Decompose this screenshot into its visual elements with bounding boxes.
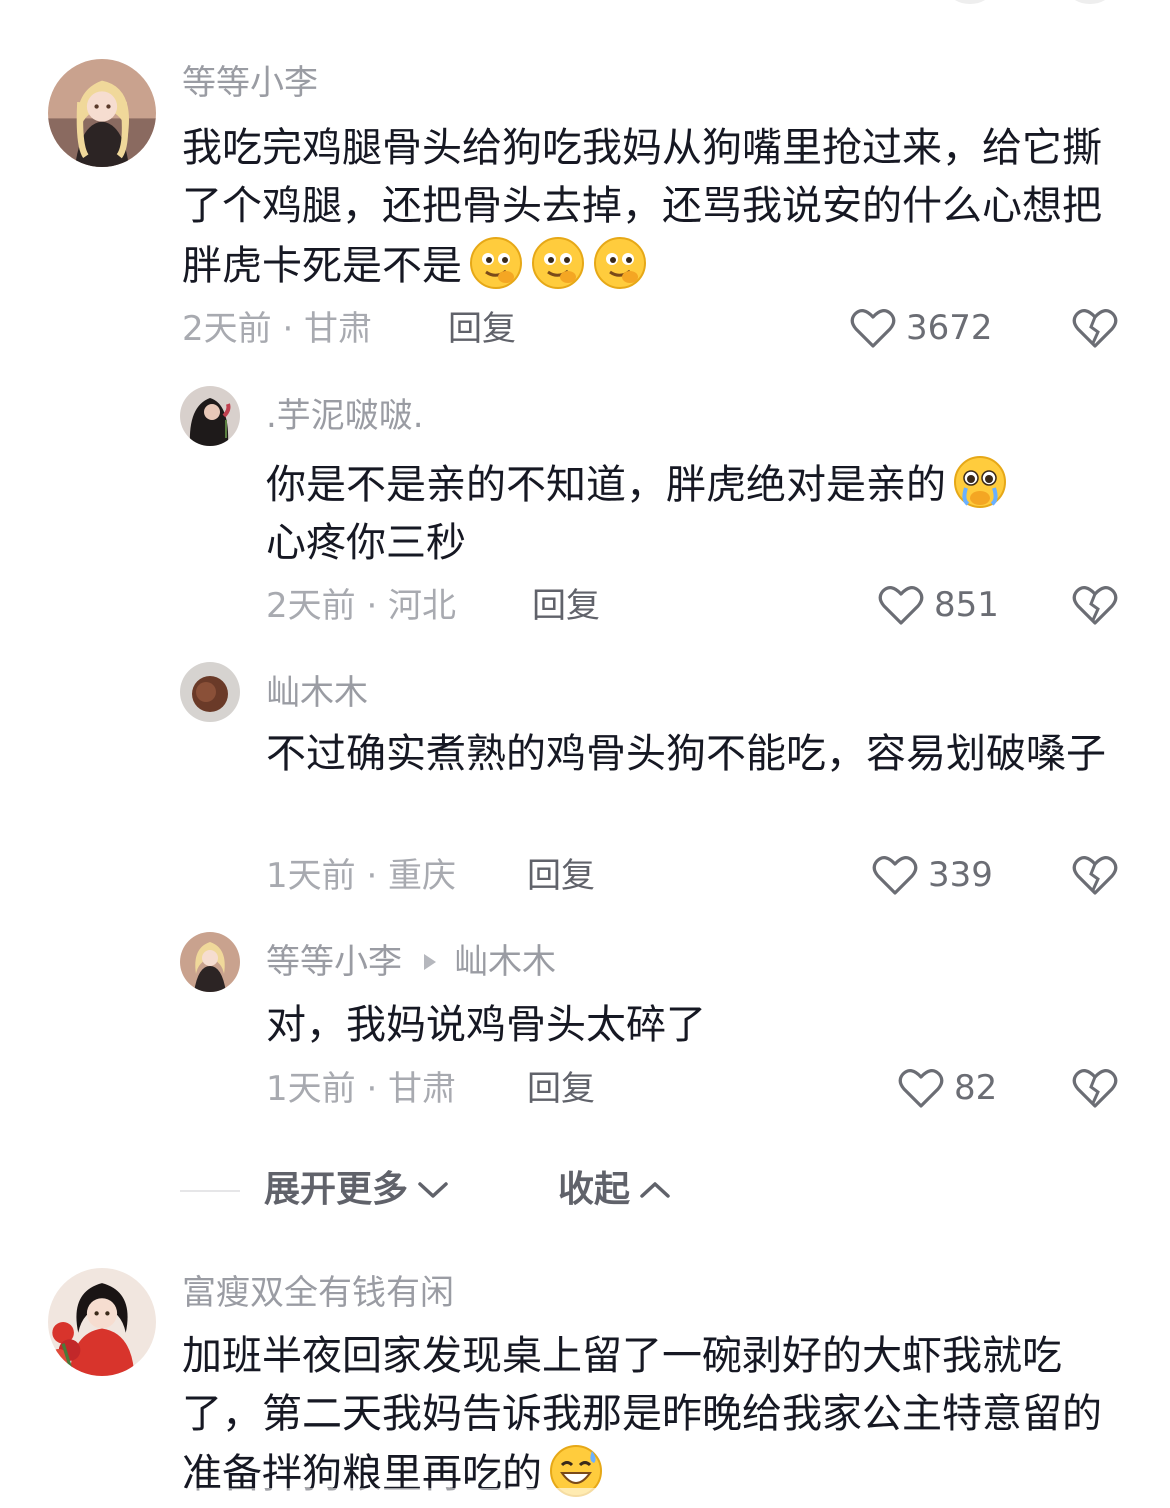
avatar[interactable] [48, 59, 156, 167]
heart-outline-icon [878, 586, 924, 625]
like-button[interactable]: 851 [878, 584, 999, 626]
comment-text: 我吃完鸡腿骨头给狗吃我妈从狗嘴里抢过来，给它撕了个鸡腿，还把骨头去掉，还骂我说安… [182, 119, 1102, 295]
broken-heart-icon[interactable] [1072, 1067, 1118, 1109]
expand-more-label: 展开更多 [264, 1169, 409, 1210]
reply-button[interactable]: 回复 [532, 589, 600, 623]
comment-username: 等等小李 屾木木 [266, 945, 556, 979]
reply-button[interactable]: 回复 [527, 859, 595, 893]
heart-outline-icon [872, 856, 918, 895]
comment-body: 加班半夜回家发现桌上留了一碗剥好的大虾我就吃了，第二天我妈告诉我那是昨晚给我家公… [182, 1333, 1102, 1497]
yum-face-icon [530, 235, 586, 291]
comment-meta: 2天前 · 河北 [266, 586, 457, 626]
reply-button[interactable]: 回复 [448, 312, 516, 346]
chevron-down-icon [418, 1182, 448, 1198]
reply-to-user[interactable]: 屾木木 [454, 942, 556, 982]
comment-text: 不过确实煮熟的鸡骨头狗不能吃，容易划破嗓子 [266, 731, 1106, 777]
like-count: 82 [954, 1068, 998, 1108]
comment-text: 你是不是亲的不知道，胖虎绝对是亲的 心疼你三秒 [266, 454, 1126, 572]
reply-button[interactable]: 回复 [527, 1072, 595, 1106]
like-count: 339 [928, 855, 993, 895]
broken-heart-icon[interactable] [1072, 854, 1118, 896]
top-indicator [1070, 0, 1110, 4]
comment-body-line2: 心疼你三秒 [266, 520, 466, 566]
expand-more-button[interactable]: 展开更多 [264, 1172, 450, 1208]
avatar[interactable] [180, 932, 240, 992]
comment-meta: 1天前 · 重庆 [266, 856, 457, 896]
like-count: 851 [934, 585, 999, 625]
comment-text: 对，我妈说鸡骨头太碎了 [266, 1002, 706, 1048]
like-count: 3672 [906, 308, 993, 348]
collapse-label: 收起 [558, 1169, 631, 1210]
comment-text: 加班半夜回家发现桌上留了一碗剥好的大虾我就吃了，第二天我妈告诉我那是昨晚给我家公… [182, 1327, 1102, 1503]
heart-outline-icon [850, 309, 896, 348]
broken-heart-icon[interactable] [1072, 307, 1118, 349]
reply-author[interactable]: 等等小李 [266, 942, 402, 982]
yum-face-icon [468, 235, 524, 291]
reply-arrow-icon [424, 953, 436, 970]
avatar[interactable] [180, 662, 240, 722]
comment-username[interactable]: 屾木木 [266, 676, 368, 710]
comment-username[interactable]: 富瘦双全有钱有闲 [182, 1276, 454, 1310]
like-button[interactable]: 3672 [850, 307, 993, 349]
yum-face-icon [592, 235, 648, 291]
divider [180, 1190, 240, 1192]
comment-body: 你是不是亲的不知道，胖虎绝对是亲的 [266, 462, 946, 508]
like-button[interactable]: 82 [898, 1067, 997, 1109]
chevron-up-icon [640, 1182, 670, 1198]
collapse-button[interactable]: 收起 [558, 1172, 672, 1208]
comment-meta: 2天前 · 甘肃 [182, 309, 373, 349]
avatar[interactable] [48, 1268, 156, 1376]
comment-username[interactable]: 等等小李 [182, 66, 318, 100]
avatar[interactable] [180, 386, 240, 446]
like-button[interactable]: 339 [872, 854, 993, 896]
broken-heart-icon[interactable] [1072, 584, 1118, 626]
top-indicator [950, 0, 990, 4]
bottom-edge [0, 1488, 1170, 1508]
heart-outline-icon [898, 1069, 944, 1108]
holding-back-tears-icon [952, 454, 1008, 510]
comment-meta: 1天前 · 甘肃 [266, 1069, 457, 1109]
comment-username[interactable]: .芋泥啵啵. [266, 399, 424, 433]
